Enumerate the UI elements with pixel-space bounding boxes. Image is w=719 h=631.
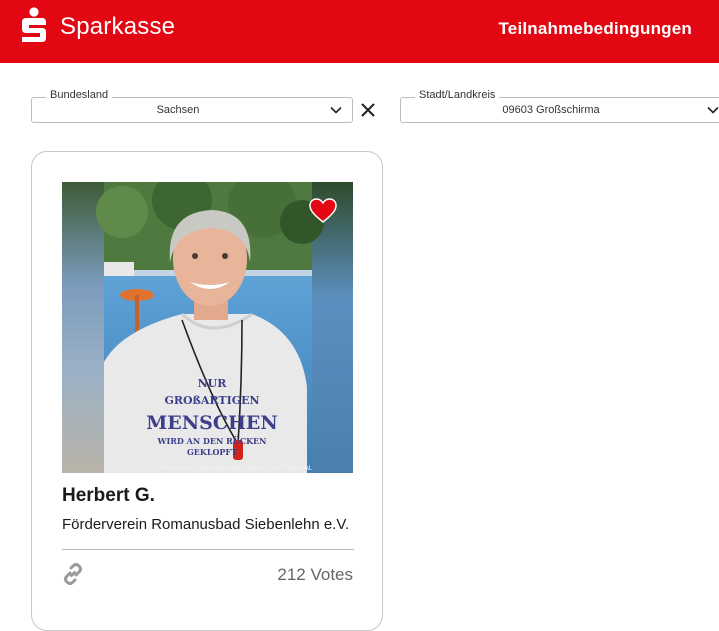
divider <box>62 549 354 550</box>
state-select[interactable]: Bundesland Sachsen <box>31 88 353 123</box>
shirt-text-3: MENSCHEN <box>146 412 278 434</box>
city-select-value: 09603 Großschirma <box>502 104 600 116</box>
brand-name: Sparkasse <box>60 13 176 40</box>
shirt-text-2: GROßARTIGEN <box>164 394 259 407</box>
state-select-value: Sachsen <box>156 104 200 116</box>
close-icon[interactable] <box>360 102 376 118</box>
chevron-down-icon <box>707 106 719 114</box>
heart-icon[interactable] <box>309 198 337 224</box>
sparkasse-s-icon <box>22 7 46 42</box>
city-select[interactable]: Stadt/Landkreis 09603 Großschirma <box>400 88 719 123</box>
top-bar: Sparkasse Teilnahmebedingungen <box>0 0 719 63</box>
state-select-label: Bundesland <box>46 88 113 102</box>
shirt-text-5: GEKLOPFT <box>187 447 237 457</box>
link-icon[interactable] <box>62 563 84 585</box>
terms-link[interactable]: Teilnahmebedingungen <box>498 19 692 39</box>
nominee-organization: Förderverein Romanusbad Siebenlehn e.V. <box>62 516 350 533</box>
vote-count: 212 Votes <box>277 565 353 584</box>
nominee-card: NUR GROßARTIGEN MENSCHEN WIRD AN DEN RÜC… <box>31 151 383 631</box>
photo-copyright: COPYRIGHT: GORDON WELTERS STARTSOCIAL <box>151 465 313 472</box>
shirt-text-1: NUR <box>198 377 228 390</box>
shirt-text-4: WIRD AN DEN RÜCKEN <box>157 436 267 446</box>
city-select-label: Stadt/Landkreis <box>415 88 500 102</box>
nominee-name: Herbert G. <box>62 485 155 506</box>
nominee-photo[interactable]: NUR GROßARTIGEN MENSCHEN WIRD AN DEN RÜC… <box>62 182 353 473</box>
chevron-down-icon <box>330 106 342 114</box>
brand[interactable]: Sparkasse <box>20 7 175 47</box>
